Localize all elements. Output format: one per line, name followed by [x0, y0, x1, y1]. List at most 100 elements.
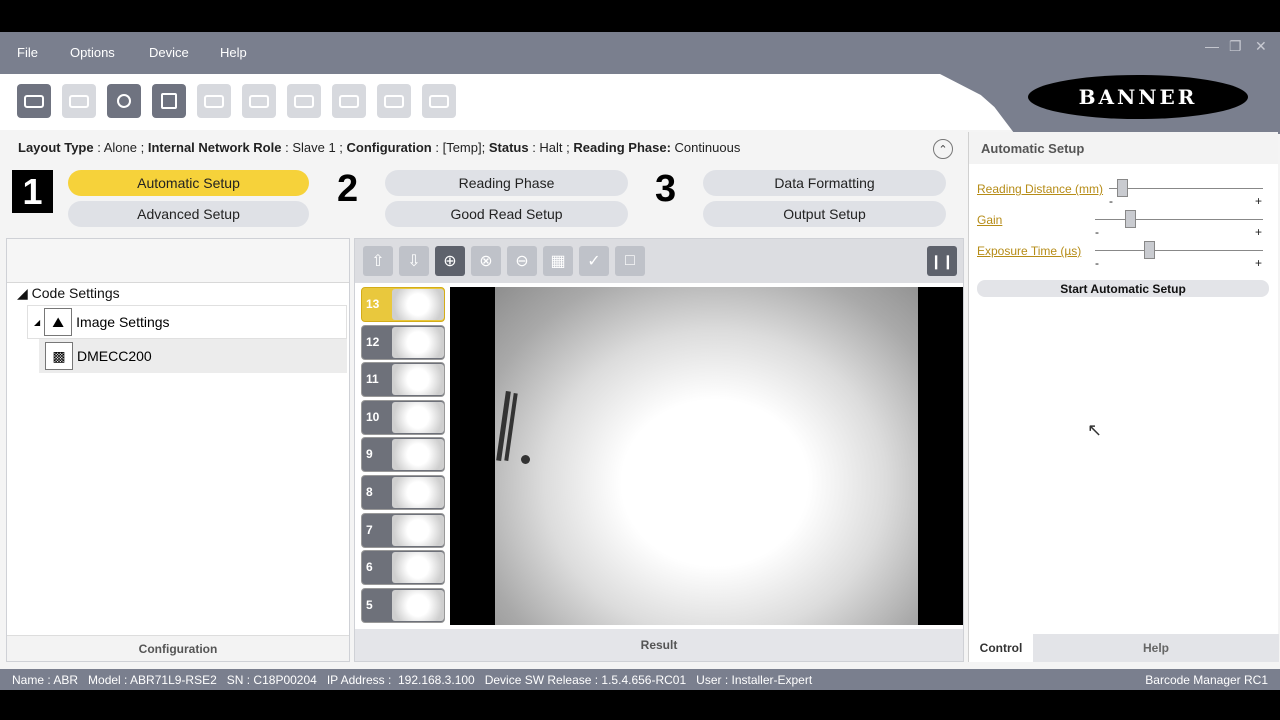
image-viewer-panel: ⇧ ⇩ ⊕ ⊗ ⊖ ▦ ✓ □ ❙❙ 13 12 11 10 9 8 7 6 5: [354, 238, 964, 662]
network-icon[interactable]: [422, 84, 456, 118]
camera-image: [495, 287, 918, 625]
zoom-fit-icon[interactable]: ⊗: [471, 246, 501, 276]
thumbnail-number: 9: [366, 447, 373, 462]
thumbnail-number: 5: [366, 597, 373, 612]
good-read-setup-button[interactable]: Good Read Setup: [385, 201, 628, 227]
reading-distance-slider-handle[interactable]: [1117, 179, 1128, 197]
zoom-out-icon[interactable]: ⊖: [507, 246, 537, 276]
thumbnail[interactable]: 12: [361, 324, 445, 360]
restore-icon[interactable]: ❐: [1229, 38, 1242, 55]
tab-help[interactable]: Help: [1033, 634, 1279, 662]
reading-distance-plus: +: [1255, 194, 1263, 208]
code-settings-label: Code Settings: [31, 285, 120, 301]
thumbnail[interactable]: 5: [361, 587, 445, 623]
network-role-label: Internal Network Role: [147, 140, 282, 155]
minimize-icon[interactable]: —: [1205, 38, 1219, 54]
reading-phase-label: Reading Phase:: [573, 140, 671, 155]
menu-bar: File Options Device Help — ❐ ✕: [0, 32, 1280, 74]
save-config-icon[interactable]: [242, 84, 276, 118]
close-icon[interactable]: ✕: [1255, 38, 1267, 55]
thumbnail-number: 6: [366, 560, 373, 575]
status-bar: Name : ABR Model : ABR71L9-RSE2 SN : C18…: [0, 669, 1280, 690]
thumbnail-number: 10: [366, 409, 380, 424]
thumbnail[interactable]: 6: [361, 550, 445, 586]
image-settings-label: Image Settings: [76, 314, 170, 330]
dmecc200-label: DMECC200: [77, 348, 152, 364]
thumbnail-number: 13: [366, 297, 380, 311]
menu-device[interactable]: Device: [149, 45, 189, 60]
menu-file[interactable]: File: [17, 45, 38, 60]
configuration-label: Configuration: [346, 140, 432, 155]
banner-logo: BANNER: [1028, 75, 1248, 119]
exposure-time-label[interactable]: Exposure Time (µs): [977, 244, 1081, 258]
send-config-icon[interactable]: [197, 84, 231, 118]
exposure-slider-handle[interactable]: [1144, 241, 1155, 259]
layout-type-value: Alone: [103, 140, 137, 155]
exposure-plus: +: [1255, 256, 1263, 270]
datamatrix-icon: ▩: [45, 342, 73, 370]
import-icon[interactable]: [332, 84, 366, 118]
status-label: Status: [488, 140, 529, 155]
check-icon[interactable]: ✓: [579, 246, 609, 276]
gain-label[interactable]: Gain: [977, 213, 1002, 227]
export-icon[interactable]: [287, 84, 321, 118]
layout-icon[interactable]: [152, 84, 186, 118]
tab-control[interactable]: Control: [969, 634, 1033, 662]
app-version: Barcode Manager RC1: [1145, 673, 1268, 687]
configuration-panel: ◢ Code Settings ◢ ⛰ Image Settings ▩ DME…: [6, 238, 350, 662]
thumbnail[interactable]: 13: [361, 287, 445, 322]
thumbnail[interactable]: 7: [361, 512, 445, 548]
collapse-up-icon[interactable]: ⌃: [933, 139, 953, 159]
reading-phase-value: Continuous: [674, 140, 741, 155]
step-2-badge: 2: [337, 168, 359, 210]
thumbnail[interactable]: 10: [361, 399, 445, 435]
thumbnail[interactable]: 8: [361, 474, 445, 510]
memory-icon[interactable]: [377, 84, 411, 118]
thumbnail[interactable]: 11: [361, 362, 445, 398]
device-search-icon[interactable]: [62, 84, 96, 118]
camera-image-view[interactable]: [450, 287, 963, 625]
exposure-slider-track[interactable]: [1095, 250, 1263, 251]
output-setup-button[interactable]: Output Setup: [703, 201, 946, 227]
configuration-tab[interactable]: Configuration: [7, 635, 349, 661]
status-line: Layout Type : Alone ; Internal Network R…: [18, 140, 741, 155]
automatic-setup-panel: Automatic Setup Reading Distance (mm) - …: [968, 132, 1279, 662]
step-3-badge: 3: [655, 168, 677, 210]
arrow-up-icon[interactable]: ⇧: [363, 246, 393, 276]
menu-help[interactable]: Help: [220, 45, 247, 60]
reading-phase-button[interactable]: Reading Phase: [385, 170, 628, 196]
data-formatting-button[interactable]: Data Formatting: [703, 170, 946, 196]
device-icon[interactable]: [17, 84, 51, 118]
device-info: Name : ABR Model : ABR71L9-RSE2 SN : C18…: [12, 673, 813, 687]
thumbnail-number: 7: [366, 522, 373, 537]
crop-icon[interactable]: □: [615, 246, 645, 276]
gain-slider-handle[interactable]: [1125, 210, 1136, 228]
start-automatic-setup-button[interactable]: Start Automatic Setup: [977, 280, 1269, 297]
gain-minus: -: [1095, 225, 1099, 239]
reading-distance-slider-track[interactable]: [1109, 188, 1263, 189]
zoom-in-icon[interactable]: ⊕: [435, 246, 465, 276]
user-settings-icon[interactable]: [107, 84, 141, 118]
reading-distance-minus: -: [1109, 194, 1113, 208]
result-tab[interactable]: Result: [355, 629, 963, 661]
automatic-setup-button[interactable]: Automatic Setup: [68, 170, 309, 196]
tree-item-dmecc200[interactable]: ▩ DMECC200: [39, 339, 347, 373]
thumbnail[interactable]: 9: [361, 437, 445, 473]
arrow-down-icon[interactable]: ⇩: [399, 246, 429, 276]
thumbnail-number: 11: [366, 372, 379, 387]
gain-slider-track[interactable]: [1095, 219, 1263, 220]
exposure-minus: -: [1095, 256, 1099, 270]
reading-distance-label[interactable]: Reading Distance (mm): [977, 182, 1103, 196]
expand-icon[interactable]: ◢: [34, 318, 40, 327]
tree-item-code-settings[interactable]: ◢ Code Settings: [17, 285, 120, 302]
save-image-icon[interactable]: ▦: [543, 246, 573, 276]
panel-header: [7, 239, 349, 283]
right-panel-tabs: Control Help: [969, 634, 1279, 662]
thumbnail-number: 12: [366, 334, 380, 349]
network-role-value: Slave 1: [292, 140, 336, 155]
gain-plus: +: [1255, 225, 1263, 239]
tree-item-image-settings[interactable]: ◢ ⛰ Image Settings: [27, 305, 347, 339]
menu-options[interactable]: Options: [70, 45, 115, 60]
pause-icon[interactable]: ❙❙: [927, 246, 957, 276]
advanced-setup-button[interactable]: Advanced Setup: [68, 201, 309, 227]
